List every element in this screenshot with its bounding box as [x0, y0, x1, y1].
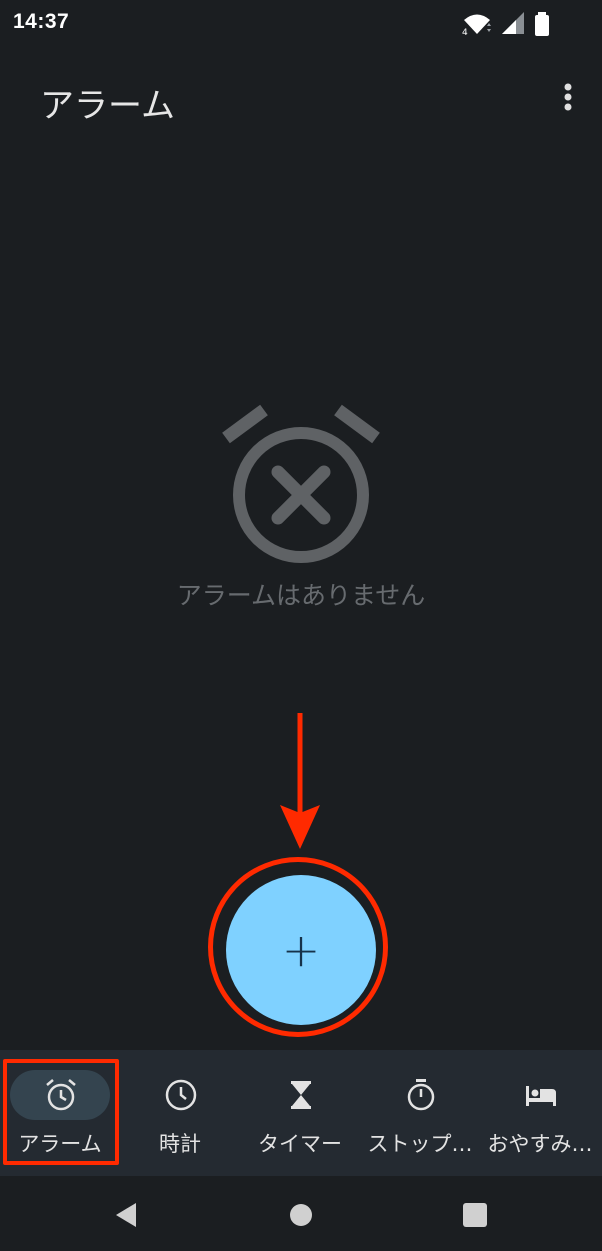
nav-item-stopwatch[interactable]: ストップ…: [360, 1050, 480, 1176]
nav-item-bedtime[interactable]: おやすみ…: [480, 1050, 600, 1176]
nav-label: ストップ…: [367, 1132, 473, 1156]
nav-label: 時計: [159, 1132, 201, 1156]
arrow-down-icon: [280, 713, 320, 849]
system-nav-bar: [0, 1176, 602, 1251]
status-bar: 14:37 4: [0, 0, 602, 50]
status-icons: 4: [462, 12, 562, 36]
empty-state-message: アラームはありません: [176, 581, 426, 610]
nav-item-clock[interactable]: 時計: [120, 1050, 240, 1176]
home-icon[interactable]: [286, 1200, 316, 1230]
nav-label: おやすみ…: [487, 1132, 593, 1156]
nav-highlight-box: [3, 1059, 119, 1165]
nav-label: タイマー: [258, 1132, 342, 1156]
battery-icon: [535, 12, 549, 36]
recents-icon[interactable]: [460, 1200, 490, 1230]
alarm-off-icon: [222, 404, 380, 563]
more-vert-icon: [564, 83, 572, 111]
status-time: 14:37: [13, 10, 70, 33]
add-alarm-button[interactable]: +: [226, 875, 376, 1025]
page-title: アラーム: [40, 86, 175, 126]
network-type-label: 4: [462, 28, 468, 36]
hourglass-icon: [291, 1081, 311, 1109]
add-icon: +: [281, 923, 321, 977]
stopwatch-icon: [407, 1079, 435, 1111]
signal-icon: [502, 12, 524, 34]
clock-icon: [165, 1079, 197, 1111]
wifi-icon: 4: [462, 14, 491, 36]
back-icon[interactable]: [112, 1200, 142, 1230]
bed-icon: [526, 1086, 556, 1106]
nav-item-timer[interactable]: タイマー: [240, 1050, 360, 1176]
overflow-menu-button[interactable]: [548, 78, 588, 118]
